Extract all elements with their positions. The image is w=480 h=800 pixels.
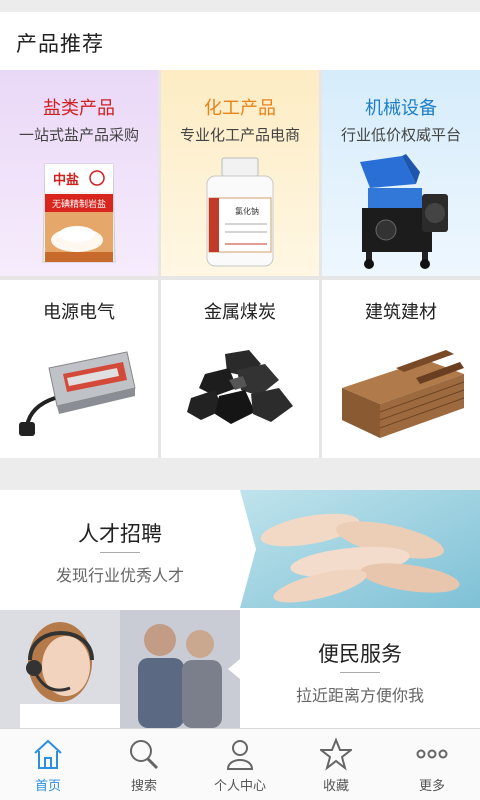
category-subtitle: 专业化工产品电商 <box>179 126 300 144</box>
coal-image <box>185 350 295 430</box>
tab-home[interactable]: 首页 <box>0 729 96 800</box>
tab-label: 个人中心 <box>213 779 266 794</box>
recruit-desc: 发现行业优秀人才 <box>55 566 184 585</box>
chemical-bottle-image: 氯化钠 <box>195 156 285 268</box>
recruit-banner[interactable]: 人才招聘 发现行业优秀人才 <box>0 490 240 608</box>
more-icon <box>416 749 448 759</box>
service-desc: 拉近距离方便你我 <box>295 686 424 705</box>
category-name: 金属煤炭 <box>204 302 276 323</box>
category-name: 盐类产品 <box>43 98 115 119</box>
section-title: 产品推荐 <box>16 32 104 56</box>
recruit-title: 人才招聘 <box>78 522 162 546</box>
service-title: 便民服务 <box>318 642 402 666</box>
tab-label: 收藏 <box>322 779 349 794</box>
crusher-machine-image <box>346 154 456 270</box>
product-grid: 盐类产品 一站式盐产品采购 中盐 无碘精制岩盐 化工产品 专业化工产品电商 氯化… <box>0 70 480 458</box>
divider <box>340 672 380 673</box>
category-name: 机械设备 <box>365 98 437 119</box>
section-header: 产品推荐 <box>0 12 480 70</box>
salt-label: 无碘精制岩盐 <box>52 198 106 210</box>
category-name: 建筑建材 <box>365 302 437 323</box>
category-metal-coal[interactable]: 金属煤炭 <box>161 280 319 458</box>
category-subtitle: 一站式盐产品采购 <box>18 126 139 144</box>
tab-more[interactable]: 更多 <box>384 729 480 800</box>
category-building[interactable]: 建筑建材 <box>322 280 480 458</box>
category-subtitle: 行业低价权威平台 <box>340 126 461 144</box>
divider <box>100 552 140 553</box>
tab-favorites[interactable]: 收藏 <box>288 729 384 800</box>
bottom-tabbar: 首页 搜索 个人中心 收藏 更多 <box>0 728 480 800</box>
service-banner[interactable]: 便民服务 拉近距离方便你我 <box>240 610 480 728</box>
tab-profile[interactable]: 个人中心 <box>192 729 288 800</box>
tab-label: 搜索 <box>130 779 157 794</box>
salt-package-image: 中盐 无碘精制岩盐 <box>39 160 119 268</box>
salt-brand: 中盐 <box>53 172 79 188</box>
power-inverter-image <box>19 348 139 440</box>
tab-search[interactable]: 搜索 <box>96 729 192 800</box>
category-salt[interactable]: 盐类产品 一站式盐产品采购 中盐 无碘精制岩盐 <box>0 70 158 276</box>
category-name: 电源电气 <box>43 302 115 323</box>
category-electrical[interactable]: 电源电气 <box>0 280 158 458</box>
customer-service-image[interactable] <box>0 610 240 728</box>
teamwork-hands-image[interactable] <box>240 490 480 608</box>
search-icon <box>130 740 159 770</box>
category-chemical[interactable]: 化工产品 专业化工产品电商 氯化钠 <box>161 70 319 276</box>
home-icon <box>34 739 62 769</box>
category-name: 化工产品 <box>204 98 276 119</box>
tab-label: 首页 <box>34 779 61 794</box>
bottle-label: 氯化钠 <box>235 206 259 216</box>
tab-label: 更多 <box>418 779 445 794</box>
status-strip <box>0 0 480 12</box>
feature-banners: 人才招聘 发现行业优秀人才 便民服务 拉近距离方便你我 <box>0 490 480 728</box>
wood-planks-image <box>336 338 466 442</box>
user-icon <box>226 740 254 770</box>
star-icon <box>320 737 352 771</box>
category-machinery[interactable]: 机械设备 行业低价权威平台 <box>322 70 480 276</box>
